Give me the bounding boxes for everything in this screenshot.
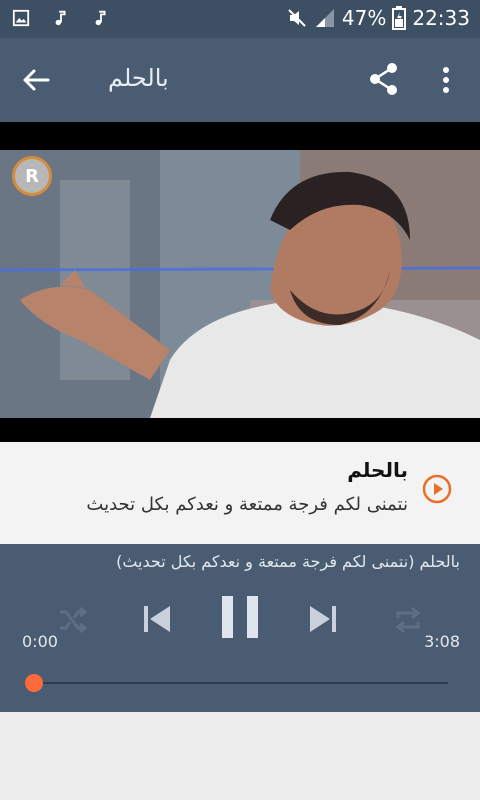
more-vert-icon[interactable] xyxy=(436,64,456,96)
mute-icon xyxy=(288,9,306,27)
audio-player: بالحلم (نتمنى لكم فرجة ممتعة و نعدكم بكل… xyxy=(0,544,480,712)
music-note-icon xyxy=(95,10,106,26)
back-arrow-icon[interactable] xyxy=(20,64,52,96)
time-current: 0:00 xyxy=(22,632,58,651)
battery-percent: 47% xyxy=(341,6,387,30)
track-subtitle: نتمنى لكم فرجة ممتعة و نعدكم بكل تحديث xyxy=(86,494,408,515)
player-controls xyxy=(0,590,480,650)
notification-icons xyxy=(12,8,110,28)
page-title: بالحلم xyxy=(108,64,169,92)
share-icon[interactable] xyxy=(368,62,400,96)
previous-icon[interactable] xyxy=(140,602,174,636)
channel-logo: R xyxy=(12,156,52,196)
seek-bar-thumb[interactable] xyxy=(25,674,43,692)
music-note-icon xyxy=(55,10,66,26)
image-icon xyxy=(12,9,30,27)
repeat-icon[interactable] xyxy=(392,604,424,636)
video-thumbnail xyxy=(0,150,480,418)
clock: 22:33 xyxy=(412,6,470,30)
video-player[interactable]: R xyxy=(0,122,480,442)
channel-logo-text: R xyxy=(25,165,39,187)
video-frame[interactable]: R xyxy=(0,150,480,418)
pause-icon[interactable] xyxy=(218,594,262,640)
now-playing-line: بالحلم (نتمنى لكم فرجة ممتعة و نعدكم بكل… xyxy=(116,552,460,571)
signal-icon xyxy=(315,9,334,27)
battery-icon xyxy=(392,6,407,30)
shuffle-icon[interactable] xyxy=(56,604,88,636)
next-icon[interactable] xyxy=(306,602,340,636)
status-right: 47% 22:33 xyxy=(286,6,470,30)
now-playing-card[interactable]: بالحلم نتمنى لكم فرجة ممتعة و نعدكم بكل … xyxy=(0,442,480,544)
time-total: 3:08 xyxy=(424,632,460,651)
track-title: بالحلم xyxy=(347,458,408,482)
bottom-area xyxy=(0,712,480,800)
seek-bar[interactable] xyxy=(25,674,448,692)
play-circle-icon[interactable] xyxy=(422,474,452,504)
app-bar: بالحلم xyxy=(0,38,480,122)
status-bar: 47% 22:33 xyxy=(0,0,480,38)
